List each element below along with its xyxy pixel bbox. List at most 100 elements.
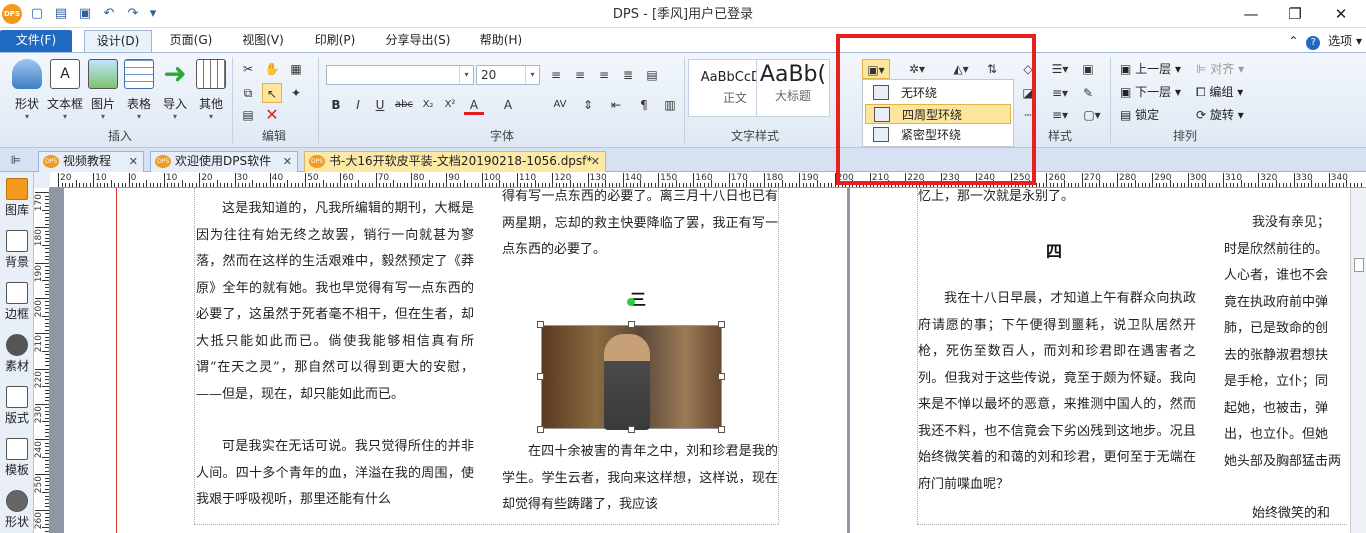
close-tab-icon[interactable]: ✕ xyxy=(591,152,600,171)
options-dropdown-icon[interactable]: ▾ xyxy=(1356,34,1362,48)
align-button[interactable]: ⊫ 对齐 ▾ xyxy=(1196,60,1244,77)
resize-handle[interactable] xyxy=(718,373,725,380)
help-icon[interactable]: ? xyxy=(1306,36,1321,50)
text-column-4[interactable]: 我没有亲见； 时是欣然前往的。 人心者，谁也不会 竟在执政府前中弹 肺，已是致命… xyxy=(1224,210,1350,528)
rotate-button[interactable]: ⟳ 旋转 ▾ xyxy=(1196,106,1244,123)
document-canvas[interactable]: 这是我知道的，凡我所编辑的期刊，大概是因为往往有始无终之故罢，销行一向就甚为寥落… xyxy=(50,188,1366,533)
lock-button[interactable]: ▤ 锁定 xyxy=(1120,106,1159,123)
tab-design[interactable]: 设计(D) xyxy=(84,30,152,52)
char-spacing-icon[interactable]: AV xyxy=(550,95,570,115)
text-column-2b[interactable]: 在四十余被害的青年之中，刘和珍君是我的学生。学生云者，我向来这样想，这样说，现在… xyxy=(502,439,778,519)
panel-toggle-icon[interactable]: ⊫ xyxy=(6,150,26,170)
resize-handle[interactable] xyxy=(537,426,544,433)
select-pointer-icon[interactable]: ↖ xyxy=(262,83,282,103)
bring-forward-button[interactable]: ▣ 上一层 ▾ xyxy=(1120,60,1181,77)
superscript-button[interactable]: X² xyxy=(440,95,460,115)
portrait-image[interactable] xyxy=(541,325,722,430)
hand-icon[interactable]: ✋ xyxy=(262,59,282,79)
italic-button[interactable]: I xyxy=(348,95,368,115)
font-color-button[interactable]: A xyxy=(464,95,484,115)
resize-handle[interactable] xyxy=(718,321,725,328)
tab-file[interactable]: 文件(F) xyxy=(0,30,72,52)
ruler-tick xyxy=(45,477,49,479)
line-type-icon[interactable]: ≡▾ xyxy=(1046,105,1074,125)
ruler-tick xyxy=(531,183,533,187)
layer-panel-icon[interactable]: ▣ xyxy=(1078,59,1098,79)
justify-icon[interactable]: ≣ xyxy=(618,65,638,85)
text-column-3[interactable]: 忆上，那一次就是永别了。 xyxy=(918,188,1196,211)
tab-view[interactable]: 视图(V) xyxy=(232,30,294,52)
close-button[interactable]: ✕ xyxy=(1326,3,1356,25)
resize-handle[interactable] xyxy=(718,426,725,433)
send-backward-button[interactable]: ▣ 下一层 ▾ xyxy=(1120,83,1181,100)
strikethrough-button[interactable]: abc xyxy=(394,95,414,115)
underline-button[interactable]: U xyxy=(370,95,390,115)
horizontal-ruler[interactable]: 20 10 0 10 20 30 40 50 60 70 80 90 100 110 120 130 140 15… xyxy=(50,172,1366,188)
picture-tool-icon[interactable]: ▦ xyxy=(286,59,306,79)
doc-tab-video-tutorial[interactable]: DPS 视频教程 ✕ xyxy=(38,151,144,172)
ruler-tick xyxy=(45,410,49,412)
vertical-ruler[interactable]: 170 180 190 200 210 220 230 240 250 260 xyxy=(34,188,50,533)
resize-handle[interactable] xyxy=(628,426,635,433)
text-column-3b[interactable]: 我在十八日早晨，才知道上午有群众向执政府请愿的事；下午便得到噩耗，说卫队居然开枪… xyxy=(918,286,1196,498)
tab-page[interactable]: 页面(G) xyxy=(160,30,222,52)
bold-button[interactable]: B xyxy=(326,95,346,115)
text-frame-icon[interactable]: ▥ xyxy=(660,95,680,115)
cut-icon[interactable]: ✂ xyxy=(238,59,258,79)
panel-border[interactable]: 边框 xyxy=(0,282,34,322)
text-column-2[interactable]: 得有写一点东西的必要了。离三月十八日也已有两星期，忘却的救主快要降临了罢，我正有… xyxy=(502,188,778,264)
doc-tab-welcome[interactable]: DPS 欢迎使用DPS软件 ✕ xyxy=(150,151,298,172)
ruler-tick xyxy=(45,304,49,306)
collapse-ribbon-icon[interactable]: ⌃ xyxy=(1288,34,1298,48)
resize-handle[interactable] xyxy=(537,373,544,380)
panel-background[interactable]: 背景 xyxy=(0,230,34,270)
close-tab-icon[interactable]: ✕ xyxy=(283,152,292,171)
restore-button[interactable]: ❐ xyxy=(1280,3,1310,25)
scroll-thumb[interactable] xyxy=(1354,258,1364,272)
align-left-icon[interactable]: ≡ xyxy=(546,65,566,85)
options-label[interactable]: 选项 xyxy=(1328,34,1352,48)
line-weight-icon[interactable]: ≡▾ xyxy=(1046,83,1074,103)
group-button[interactable]: ⧠ 编组 ▾ xyxy=(1196,83,1243,100)
resize-handle[interactable] xyxy=(537,321,544,328)
align-center-icon[interactable]: ≡ xyxy=(570,65,590,85)
style-heading[interactable]: AaBb( 大标题 xyxy=(756,59,830,117)
font-effect-button[interactable]: A xyxy=(498,95,518,115)
resize-handle[interactable] xyxy=(628,321,635,328)
subscript-button[interactable]: X₂ xyxy=(418,95,438,115)
doc-tab-current[interactable]: DPS 书-大16开软皮平装-文档20190218-1056.dpsf* ✕ xyxy=(304,151,606,172)
ruler-tick xyxy=(693,173,695,187)
other-button[interactable]: 其他 ▾ xyxy=(190,59,232,129)
list-icon[interactable]: ☰▾ xyxy=(1046,59,1074,79)
font-size-select[interactable]: 20 ▾ xyxy=(476,65,540,85)
panel-template[interactable]: 模板 xyxy=(0,438,34,478)
text-column-1[interactable]: 这是我知道的，凡我所编辑的期刊，大概是因为往往有始无终之故罢，销行一向就甚为寥落… xyxy=(196,196,474,514)
rotate-handle[interactable] xyxy=(627,298,635,306)
line-spacing-icon[interactable]: ⇕ xyxy=(578,95,598,115)
font-name-select[interactable]: ▾ xyxy=(326,65,474,85)
paragraph-icon[interactable]: ¶ xyxy=(634,95,654,115)
magic-wand-icon[interactable]: ✦ xyxy=(286,83,306,103)
textbox-button[interactable]: A 文本框 ▾ xyxy=(44,59,86,129)
distribute-icon[interactable]: ▤ xyxy=(642,65,662,85)
indent-icon[interactable]: ⇤ xyxy=(606,95,626,115)
panel-gallery[interactable]: 图库 xyxy=(0,178,34,218)
paste-icon[interactable]: ▤ xyxy=(238,105,258,125)
tab-print[interactable]: 印刷(P) xyxy=(304,30,366,52)
tab-share-export[interactable]: 分享导出(S) xyxy=(376,30,460,52)
border-box-icon[interactable]: ▢▾ xyxy=(1078,105,1106,125)
panel-material[interactable]: 素材 xyxy=(0,334,34,374)
panel-shape[interactable]: 形状 xyxy=(0,490,34,530)
copy-icon[interactable]: ⧉ xyxy=(238,83,258,103)
brush-icon[interactable]: ✎ xyxy=(1078,83,1098,103)
panel-layout[interactable]: 版式 xyxy=(0,386,34,426)
close-tab-icon[interactable]: ✕ xyxy=(129,152,138,171)
shape-button[interactable]: 形状 ▾ xyxy=(6,59,48,129)
align-right-icon[interactable]: ≡ xyxy=(594,65,614,85)
delete-icon[interactable]: ✕ xyxy=(262,105,282,125)
ruler-tick xyxy=(1134,180,1136,187)
ruler-tick xyxy=(485,183,487,187)
minimize-button[interactable]: — xyxy=(1236,3,1266,25)
vertical-scrollbar[interactable] xyxy=(1350,188,1366,533)
tab-help[interactable]: 帮助(H) xyxy=(470,30,532,52)
